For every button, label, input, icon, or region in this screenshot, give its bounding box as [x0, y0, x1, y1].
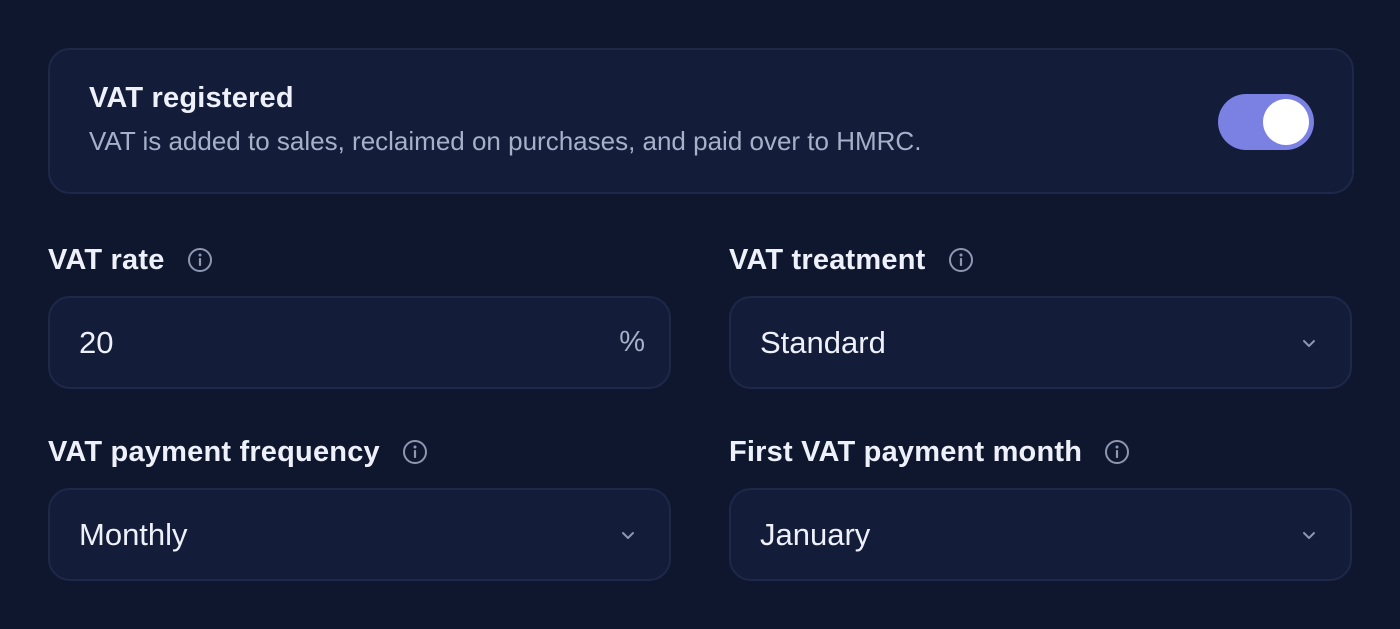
vat-payment-frequency-label: VAT payment frequency — [48, 435, 380, 468]
first-vat-payment-month-value: January — [760, 517, 871, 552]
vat-rate-value: 20 — [79, 325, 114, 360]
vat-treatment-label-row: VAT treatment — [729, 240, 974, 280]
vat-registered-title: VAT registered — [89, 82, 294, 114]
vat-treatment-select[interactable]: Standard — [729, 296, 1352, 389]
info-icon[interactable] — [187, 247, 213, 273]
info-icon[interactable] — [948, 247, 974, 273]
info-icon[interactable] — [402, 439, 428, 465]
vat-payment-frequency-select[interactable]: Monthly — [48, 488, 671, 581]
first-vat-payment-month-label-row: First VAT payment month — [729, 432, 1130, 472]
info-icon[interactable] — [1104, 439, 1130, 465]
chevron-down-icon — [619, 526, 637, 544]
vat-payment-frequency-label-row: VAT payment frequency — [48, 432, 428, 472]
toggle-knob — [1263, 99, 1309, 145]
vat-payment-frequency-value: Monthly — [79, 517, 188, 552]
first-vat-payment-month-select[interactable]: January — [729, 488, 1352, 581]
vat-registered-description: VAT is added to sales, reclaimed on purc… — [89, 126, 922, 156]
vat-rate-label-row: VAT rate — [48, 240, 213, 280]
vat-treatment-label: VAT treatment — [729, 243, 926, 276]
vat-rate-input[interactable]: 20 % — [48, 296, 671, 389]
vat-treatment-value: Standard — [760, 325, 886, 360]
vat-rate-label: VAT rate — [48, 243, 165, 276]
first-vat-payment-month-label: First VAT payment month — [729, 435, 1083, 468]
vat-settings-panel: VAT registered VAT is added to sales, re… — [0, 0, 1400, 629]
chevron-down-icon — [1300, 526, 1318, 544]
chevron-down-icon — [1300, 334, 1318, 352]
vat-registered-toggle[interactable] — [1218, 94, 1314, 150]
percent-suffix: % — [619, 326, 645, 358]
vat-registered-card: VAT registered VAT is added to sales, re… — [48, 48, 1354, 194]
